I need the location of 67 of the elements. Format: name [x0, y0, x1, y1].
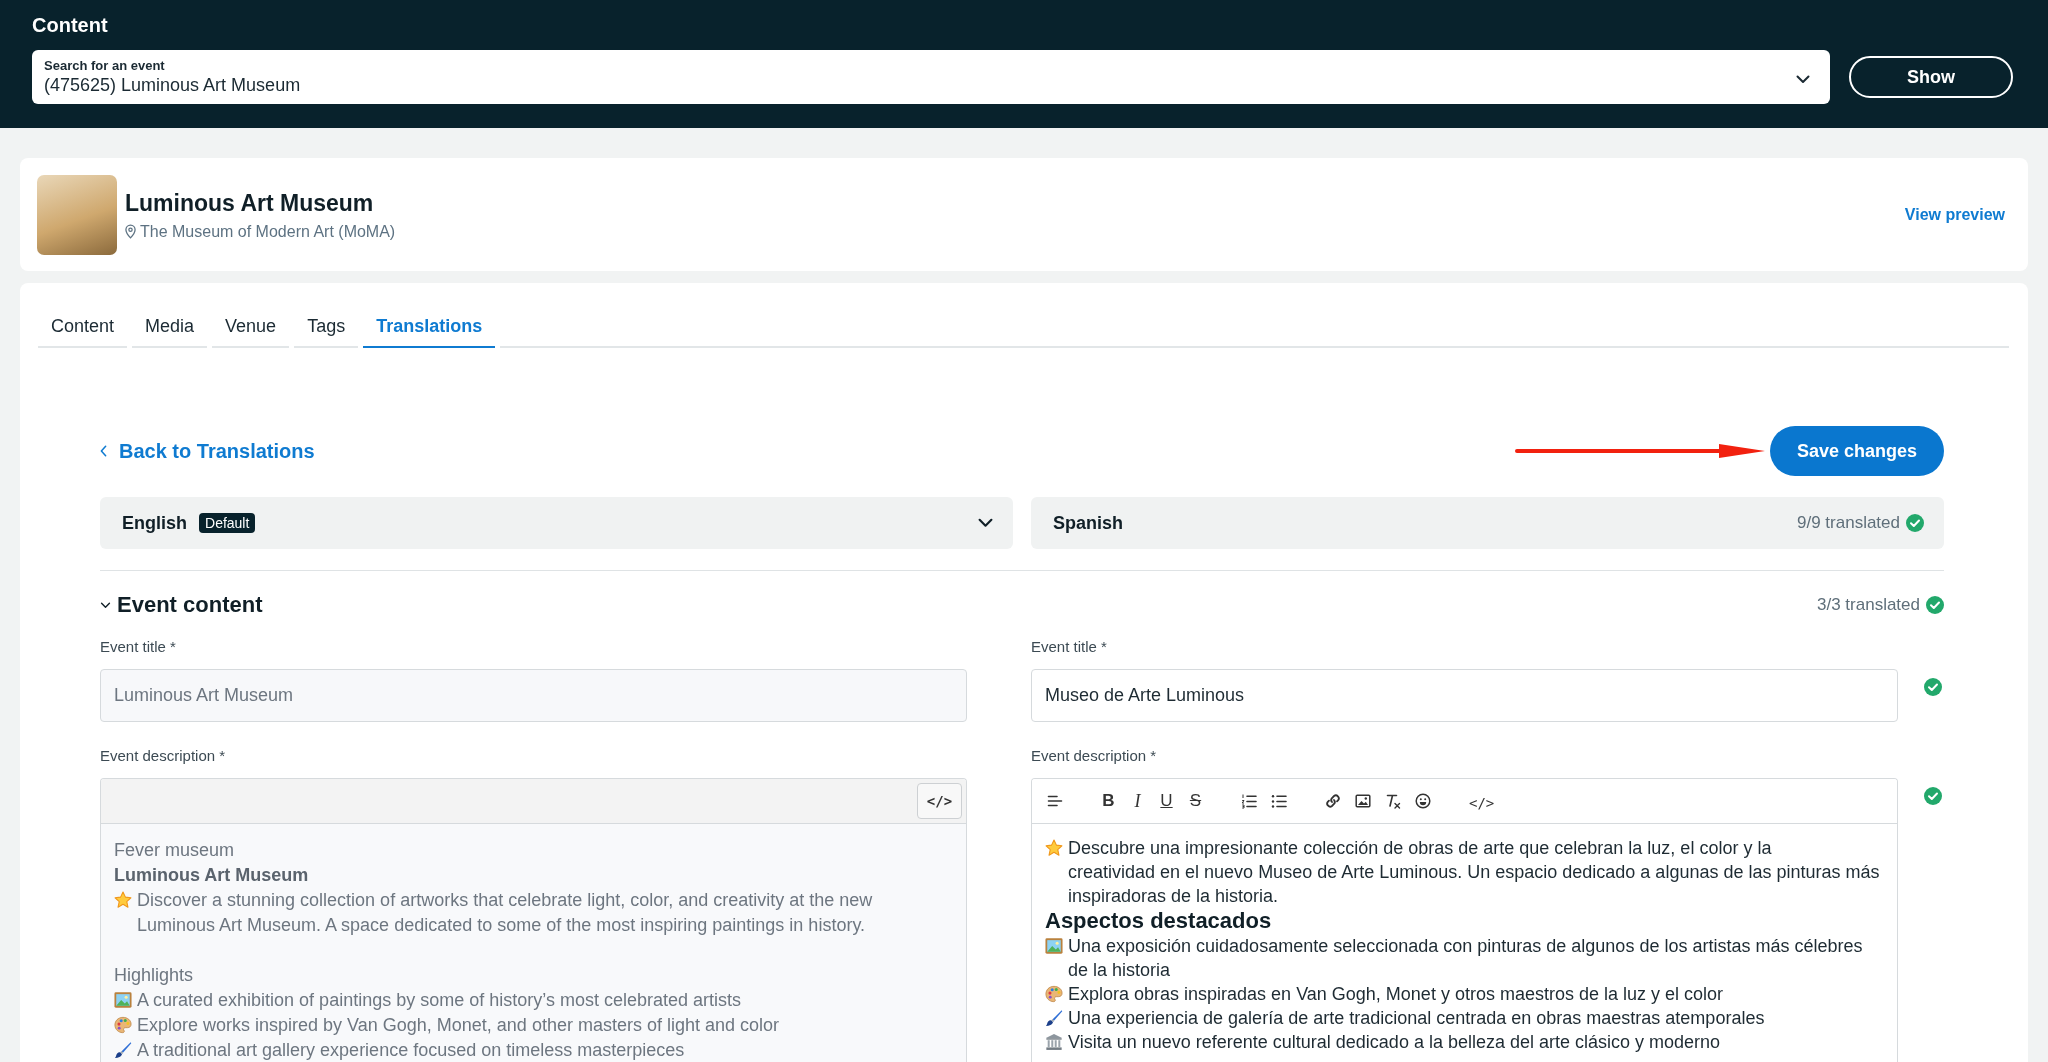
- link-icon[interactable]: [1325, 793, 1341, 809]
- tab[interactable]: Tags: [294, 310, 359, 348]
- show-button[interactable]: Show: [1849, 56, 2013, 98]
- field-value: (475625) Luminous Art Museum: [44, 74, 302, 96]
- chevron-down-icon[interactable]: [100, 601, 111, 609]
- chevron-down-icon[interactable]: [1796, 74, 1810, 84]
- description-text: Explora obras inspiradas en Van Gogh, Monet y otros maestros de la luz y el color: [1068, 983, 1723, 1006]
- image-icon[interactable]: [1355, 793, 1371, 809]
- back-link[interactable]: Back to Translations: [100, 439, 315, 463]
- framed-picture-icon: [114, 991, 132, 1009]
- code-view-button[interactable]: </>: [917, 783, 962, 819]
- emoji-icon[interactable]: [1415, 793, 1431, 809]
- source-language-select[interactable]: English Default: [100, 497, 1013, 549]
- tab[interactable]: Content: [38, 310, 128, 348]
- event-search-field[interactable]: Search for an event (475625) Luminous Art Museum: [32, 50, 1830, 104]
- classical-building-icon: [1045, 1033, 1063, 1051]
- clear-formatting-icon[interactable]: [1385, 793, 1401, 809]
- language-name: Spanish: [1053, 512, 1123, 534]
- chevron-down-icon[interactable]: [978, 518, 993, 528]
- bullet-list-icon[interactable]: [1271, 793, 1287, 809]
- code-view-button[interactable]: </>: [1469, 794, 1495, 811]
- description-text: Discover a stunning collection of artworks that celebrate light, color, and creativity at the new Luminous Art Museum. A space dedicated to some of the most inspiring paintings in history.: [137, 889, 874, 937]
- description-text: Fever museum: [114, 839, 235, 862]
- location-pin-icon: [125, 224, 136, 239]
- translation-progress: 9/9 translated: [1797, 513, 1900, 533]
- description-text: Visita un nuevo referente cultural dedicado a la belleza del arte clásico y moderno: [1068, 1031, 1721, 1054]
- event-title: Luminous Art Museum: [125, 188, 375, 217]
- field-label: Event title *: [100, 638, 177, 656]
- field-label: Event title *: [1031, 638, 1108, 656]
- underline-button[interactable]: U: [1159, 791, 1174, 811]
- page-title: Content: [32, 13, 109, 37]
- tab[interactable]: Media: [132, 310, 208, 348]
- palette-icon: [1045, 985, 1063, 1003]
- field-label: Event description *: [100, 747, 227, 765]
- description-text: A curated exhibition of paintings by some of history’s most celebrated artists: [137, 989, 741, 1012]
- description-heading: Luminous Art Museum: [114, 864, 309, 887]
- align-left-icon[interactable]: [1047, 793, 1063, 809]
- section-title: Event content: [117, 592, 263, 618]
- default-badge: Default: [199, 513, 256, 533]
- star-icon: [114, 891, 132, 909]
- bold-button[interactable]: B: [1101, 791, 1116, 811]
- field-label: Search for an event: [44, 58, 166, 74]
- star-icon: [1045, 839, 1063, 857]
- translation-progress: 3/3 translated: [1817, 595, 1920, 615]
- italic-button[interactable]: I: [1130, 790, 1145, 812]
- tab[interactable]: Translations: [363, 310, 496, 348]
- numbered-list-icon[interactable]: [1241, 793, 1257, 809]
- field-label: Event description *: [1031, 747, 1158, 765]
- venue-name: The Museum of Modern Art (MoMA): [140, 222, 396, 241]
- paintbrush-icon: [1045, 1009, 1063, 1027]
- framed-picture-icon: [1045, 937, 1063, 955]
- chevron-left-icon: [100, 445, 107, 457]
- source-text-field[interactable]: Luminous Art Museum: [100, 669, 967, 722]
- save-changes-button[interactable]: Save changes: [1770, 426, 1944, 476]
- description-text: Descubre una impresionante colección de obras de arte que celebran la luz, el color y la creatividad en el nuevo Museo de Arte Luminous. Un espacio dedicado a algunas de las pinturas más inspiradoras de la historia.: [1068, 837, 1881, 908]
- tab[interactable]: Venue: [212, 310, 290, 348]
- description-text: Explore works inspired by Van Gogh, Monet, and other masters of light and color: [137, 1014, 779, 1037]
- description-heading: Aspectos destacados: [1045, 908, 1272, 934]
- description-text: Una experiencia de galería de arte tradicional centrada en obras maestras atemporales: [1068, 1007, 1765, 1030]
- paintbrush-icon: [114, 1041, 132, 1059]
- palette-icon: [114, 1016, 132, 1034]
- description-text: Highlights: [114, 964, 194, 987]
- strikethrough-button[interactable]: S: [1188, 791, 1203, 811]
- description-text: Una exposición cuidadosamente seleccionada con pinturas de algunos de los artistas más célebres de la historia: [1068, 935, 1864, 982]
- translation-text-field[interactable]: Museo de Arte Luminous: [1031, 669, 1898, 722]
- view-preview-link[interactable]: View preview: [1904, 205, 2005, 224]
- description-text: A traditional art gallery experience focused on timeless masterpieces: [137, 1039, 685, 1062]
